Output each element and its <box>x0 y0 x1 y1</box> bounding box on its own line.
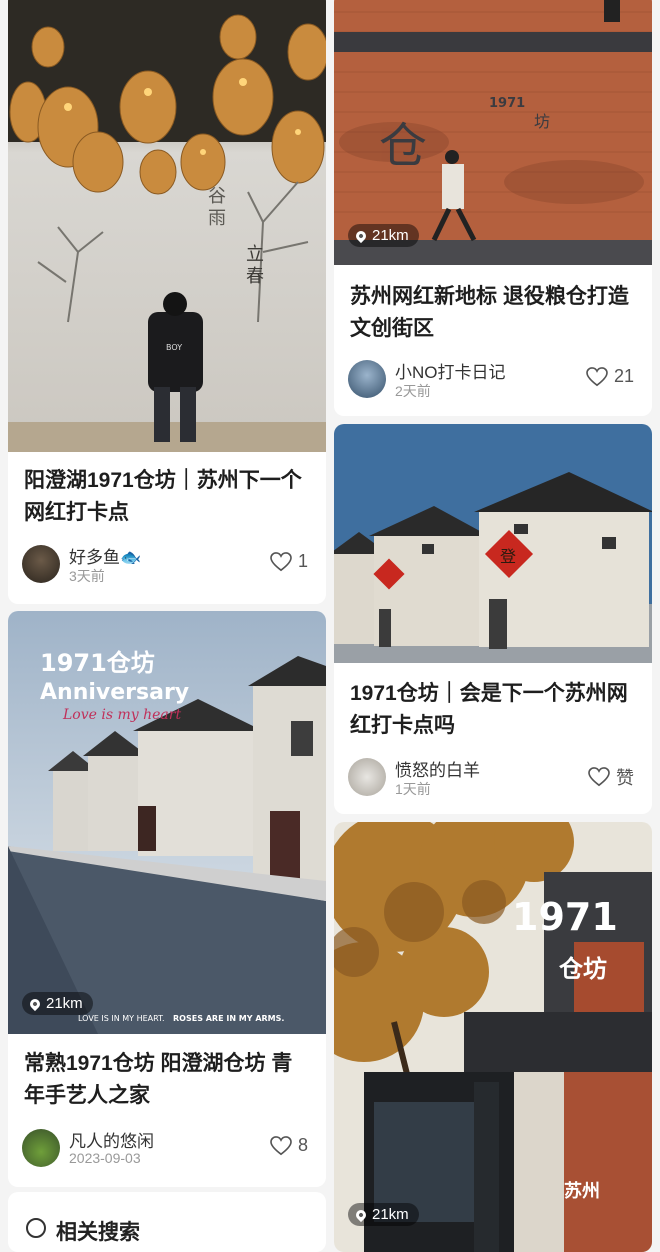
svg-text:春: 春 <box>246 266 264 287</box>
svg-text:BOY: BOY <box>166 343 182 352</box>
distance-badge: 21km <box>348 224 419 247</box>
image-caption-1971: 1971仓坊 <box>40 649 155 677</box>
distance-text: 21km <box>372 1206 409 1223</box>
like-count: 1 <box>297 551 308 571</box>
post-date: 3天前 <box>69 568 105 584</box>
note-cover-image[interactable]: 登 <box>334 424 652 663</box>
location-pin-icon <box>353 228 369 243</box>
author-name[interactable]: 好多鱼🐟 <box>69 543 141 568</box>
building-autumn-photo: 1971 仓坊 苏州 <box>334 822 652 1252</box>
like-button[interactable]: 赞 <box>588 764 634 790</box>
image-caption-footer-2: ROSES ARE IN MY ARMS. <box>173 1014 284 1023</box>
note-cover-image[interactable]: 1971 仓 坊 21km <box>334 0 652 265</box>
like-button[interactable]: 21 <box>586 366 634 387</box>
like-count: 赞 <box>616 768 634 788</box>
post-date: 2天前 <box>395 383 431 399</box>
note-meta: 愤怒的白羊 1天前 赞 <box>348 758 638 798</box>
svg-text:谷: 谷 <box>208 186 226 207</box>
granary-photo: 1971仓坊 Anniversary Love is my heart LOVE… <box>8 611 326 1034</box>
birdcage-wall-photo: 谷 雨 立 春 BOY <box>8 0 326 452</box>
note-card-5[interactable]: 1971 仓坊 苏州 21km <box>334 822 652 1252</box>
note-card-3[interactable]: 1971 仓 坊 21km 苏州网红新地标 退役粮仓打造文创街区 小NO打卡日记… <box>334 0 652 416</box>
related-search[interactable]: 相关搜索 <box>8 1192 326 1252</box>
note-card-4[interactable]: 登 1971仓坊｜会是下一个苏州网红打卡点吗 愤怒的白羊 1天前 赞 <box>334 424 652 814</box>
svg-text:立: 立 <box>246 244 264 265</box>
note-title[interactable]: 阳澄湖1971仓坊｜苏州下一个网红打卡点 <box>24 465 312 529</box>
note-cover-image[interactable]: 谷 雨 立 春 BOY <box>8 0 326 452</box>
note-card-2[interactable]: 1971仓坊 Anniversary Love is my heart LOVE… <box>8 611 326 1187</box>
note-title[interactable]: 1971仓坊｜会是下一个苏州网红打卡点吗 <box>350 678 638 742</box>
note-title[interactable]: 常熟1971仓坊 阳澄湖仓坊 青年手艺人之家 <box>24 1048 312 1112</box>
wall-text-cang: 仓 <box>379 118 427 174</box>
granary-blue-sky-photo: 登 <box>334 424 652 663</box>
like-button[interactable]: 1 <box>270 551 308 572</box>
note-card-1[interactable]: 谷 雨 立 春 BOY 阳澄湖1971仓坊｜苏州下一个网红打卡点 好多鱼🐟 3天… <box>8 0 326 604</box>
avatar[interactable] <box>348 758 386 796</box>
location-pin-icon <box>353 1207 369 1222</box>
avatar[interactable] <box>22 545 60 583</box>
like-count: 8 <box>297 1135 308 1155</box>
location-pin-icon <box>27 996 43 1011</box>
like-button[interactable]: 8 <box>270 1135 308 1156</box>
svg-text:雨: 雨 <box>208 208 226 229</box>
fu-character: 登 <box>500 547 516 566</box>
avatar[interactable] <box>348 360 386 398</box>
heart-icon <box>588 767 610 787</box>
note-meta: 小NO打卡日记 2天前 21 <box>348 360 638 400</box>
search-icon <box>26 1218 46 1238</box>
avatar[interactable] <box>22 1129 60 1167</box>
author-name[interactable]: 凡人的悠闲 <box>69 1127 154 1152</box>
like-count: 21 <box>613 366 634 386</box>
post-date: 2023-09-03 <box>69 1150 141 1166</box>
note-cover-image[interactable]: 1971 仓坊 苏州 21km <box>334 822 652 1252</box>
heart-icon <box>270 551 292 571</box>
image-caption-anniversary: Anniversary <box>40 680 189 705</box>
image-caption-footer-1: LOVE IS IN MY HEART. <box>78 1014 165 1023</box>
wall-text-fang: 坊 <box>534 112 550 131</box>
wall-text-1971: 1971 <box>489 96 525 111</box>
note-meta: 好多鱼🐟 3天前 1 <box>22 545 312 585</box>
distance-badge: 21km <box>22 992 93 1015</box>
building-text-1971: 1971 <box>512 895 618 939</box>
building-text-cangfang: 仓坊 <box>558 955 607 983</box>
heart-icon <box>270 1135 292 1155</box>
distance-badge: 21km <box>348 1203 419 1226</box>
author-name[interactable]: 愤怒的白羊 <box>395 756 480 781</box>
author-name[interactable]: 小NO打卡日记 <box>395 358 506 383</box>
note-cover-image[interactable]: 1971仓坊 Anniversary Love is my heart LOVE… <box>8 611 326 1034</box>
watermark-suzhou: 苏州 <box>564 1180 600 1202</box>
heart-icon <box>586 366 608 386</box>
note-meta: 凡人的悠闲 2023-09-03 8 <box>22 1129 312 1169</box>
related-search-label: 相关搜索 <box>56 1221 140 1244</box>
distance-text: 21km <box>46 995 83 1012</box>
distance-text: 21km <box>372 227 409 244</box>
image-caption-love: Love is my heart <box>62 707 181 723</box>
note-title[interactable]: 苏州网红新地标 退役粮仓打造文创街区 <box>350 281 638 345</box>
post-date: 1天前 <box>395 781 431 797</box>
